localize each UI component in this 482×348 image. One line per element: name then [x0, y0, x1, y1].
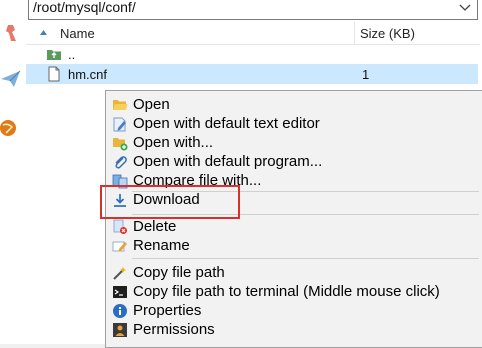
menu-item-label: Open — [133, 96, 170, 113]
file-name: .. — [68, 47, 76, 62]
column-size[interactable]: Size (KB) — [360, 26, 415, 41]
open-with-icon — [113, 138, 128, 151]
permissions-icon — [113, 323, 127, 337]
menu-item-delete[interactable]: Delete — [106, 217, 482, 236]
chevron-down-icon[interactable] — [458, 1, 472, 13]
path-value: /root/mysql/conf/ — [33, 0, 136, 15]
highlight-annotation-box — [100, 185, 240, 219]
column-divider[interactable] — [354, 22, 355, 44]
file-list-header: Name Size (KB) — [26, 22, 480, 45]
context-menu: Open Open with default text editor Open … — [105, 90, 482, 348]
menu-item-label: Copy file path to terminal (Middle mouse… — [133, 283, 440, 300]
folder-open-icon — [113, 100, 128, 110]
delete-icon — [113, 219, 127, 234]
rename-icon — [112, 241, 127, 252]
folder-up-icon — [47, 50, 61, 60]
menu-item-label: Copy file path — [133, 264, 225, 281]
menu-item-label: Open with default program... — [133, 153, 323, 170]
menu-item-copy-path-terminal[interactable]: Copy file path to terminal (Middle mouse… — [106, 282, 482, 301]
file-row-parent[interactable]: .. — [26, 44, 478, 64]
globe-icon[interactable] — [0, 117, 22, 139]
menu-item-properties[interactable]: Properties — [106, 301, 482, 320]
menu-item-label: Delete — [133, 218, 177, 235]
magic-wand-icon — [113, 267, 126, 280]
file-icon — [48, 66, 60, 82]
file-size: 1 — [362, 67, 370, 82]
menu-item-permissions[interactable]: Permissions — [106, 320, 482, 339]
sort-ascending-icon — [40, 30, 47, 35]
path-dropdown[interactable]: /root/mysql/conf/ — [28, 0, 478, 20]
menu-item-rename[interactable]: Rename — [106, 236, 482, 255]
text-editor-icon — [113, 117, 126, 132]
paper-plane-icon[interactable] — [0, 68, 22, 90]
file-row-selected[interactable]: hm.cnf 1 — [26, 64, 478, 84]
menu-item-label: Rename — [133, 237, 190, 254]
paperclip-icon — [115, 156, 127, 169]
menu-item-label: Permissions — [133, 321, 215, 338]
menu-item-label: Open with... — [133, 134, 214, 151]
column-name[interactable]: Name — [60, 26, 95, 41]
menu-separator — [132, 258, 479, 259]
info-icon — [113, 304, 127, 318]
file-name: hm.cnf — [68, 67, 108, 82]
menu-item-label: Open with default text editor — [133, 115, 320, 132]
left-toolbar — [0, 0, 27, 344]
menu-item-copy-file-path[interactable]: Copy file path — [106, 263, 482, 282]
menu-item-open-with[interactable]: Open with... — [106, 133, 482, 152]
menu-item-open-text-editor[interactable]: Open with default text editor — [106, 114, 482, 133]
menu-item-open-default-program[interactable]: Open with default program... — [106, 152, 482, 171]
terminal-icon — [113, 286, 127, 298]
menu-item-label: Properties — [133, 302, 202, 319]
tool-icon-red[interactable] — [0, 22, 22, 44]
menu-item-open[interactable]: Open — [106, 95, 482, 114]
